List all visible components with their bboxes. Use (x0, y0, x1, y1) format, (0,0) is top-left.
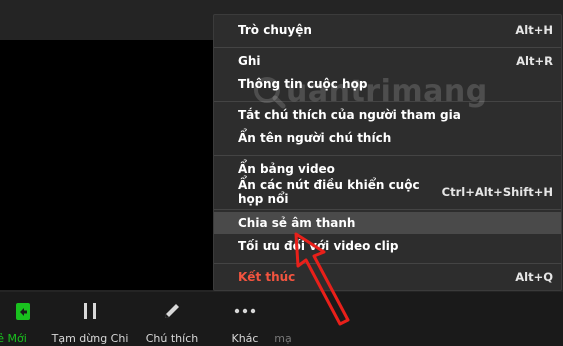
menu-item-shortcut: Alt+Q (515, 270, 553, 284)
more-options-menu: Trò chuyện Alt+H Ghi Alt+R Thông tin cuộ… (213, 14, 562, 291)
annotate-label: Chú thích (145, 332, 199, 345)
menu-item-disable-annotation[interactable]: Tắt chú thích của người tham gia (214, 104, 561, 126)
menu-separator (214, 209, 561, 210)
menu-separator (214, 101, 561, 102)
share-screen-icon (16, 303, 30, 320)
red-arrow-icon (294, 232, 350, 326)
video-preview (0, 40, 222, 290)
more-label: Khác (231, 332, 259, 345)
meeting-toolbar: ẻ Mới Tạm dừng Chi Chú thích Khác mạ (0, 292, 563, 346)
pause-share-label: Tạm dừng Chi (51, 332, 129, 345)
menu-separator (214, 155, 561, 156)
menu-item-label: Chia sẻ âm thanh (238, 216, 356, 230)
menu-separator (214, 47, 561, 48)
pencil-icon (165, 304, 179, 318)
menu-item-end[interactable]: Kết thúc Alt+Q (214, 266, 561, 288)
menu-item-label: Ẩn tên người chú thích (238, 131, 392, 145)
new-share-button[interactable]: ẻ Mới (0, 292, 46, 346)
menu-item-optimize-video[interactable]: Tối ưu đối với video clip (214, 235, 561, 257)
menu-item-label: Ẩn bảng video (238, 162, 335, 176)
menu-item-shortcut: Alt+R (516, 54, 553, 68)
menu-item-share-audio[interactable]: Chia sẻ âm thanh (214, 212, 561, 234)
annotate-button[interactable]: Chú thích (140, 292, 204, 346)
menu-item-label: Thông tin cuộc họp (238, 77, 368, 91)
more-button[interactable]: Khác (222, 292, 268, 346)
menu-item-shortcut: Ctrl+Alt+Shift+H (441, 185, 553, 199)
menu-item-hide-video-panel[interactable]: Ẩn bảng video (214, 158, 561, 180)
partial-toolbar-label: mạ (274, 332, 292, 345)
menu-separator (214, 263, 561, 264)
menu-item-label: Trò chuyện (238, 23, 312, 37)
new-share-label: ẻ Mới (0, 332, 27, 345)
more-dots-icon (234, 308, 256, 314)
menu-item-label: Ẩn các nút điều khiển cuộc họp nổi (238, 178, 420, 206)
menu-item-hide-floating-controls[interactable]: Ẩn các nút điều khiển cuộc họp nổi Ctrl+… (214, 178, 561, 206)
menu-item-shortcut: Alt+H (515, 23, 553, 37)
menu-item-label: Tắt chú thích của người tham gia (238, 108, 461, 122)
menu-item-hide-annotator-names[interactable]: Ẩn tên người chú thích (214, 127, 561, 149)
menu-item-label: Ghi (238, 54, 261, 68)
pause-share-button[interactable]: Tạm dừng Chi (52, 292, 128, 346)
menu-item-record[interactable]: Ghi Alt+R (214, 50, 561, 72)
pause-icon (84, 303, 96, 319)
menu-item-chat[interactable]: Trò chuyện Alt+H (214, 19, 561, 41)
menu-item-meeting-info[interactable]: Thông tin cuộc họp (214, 73, 561, 95)
menu-item-label: Kết thúc (238, 270, 296, 284)
